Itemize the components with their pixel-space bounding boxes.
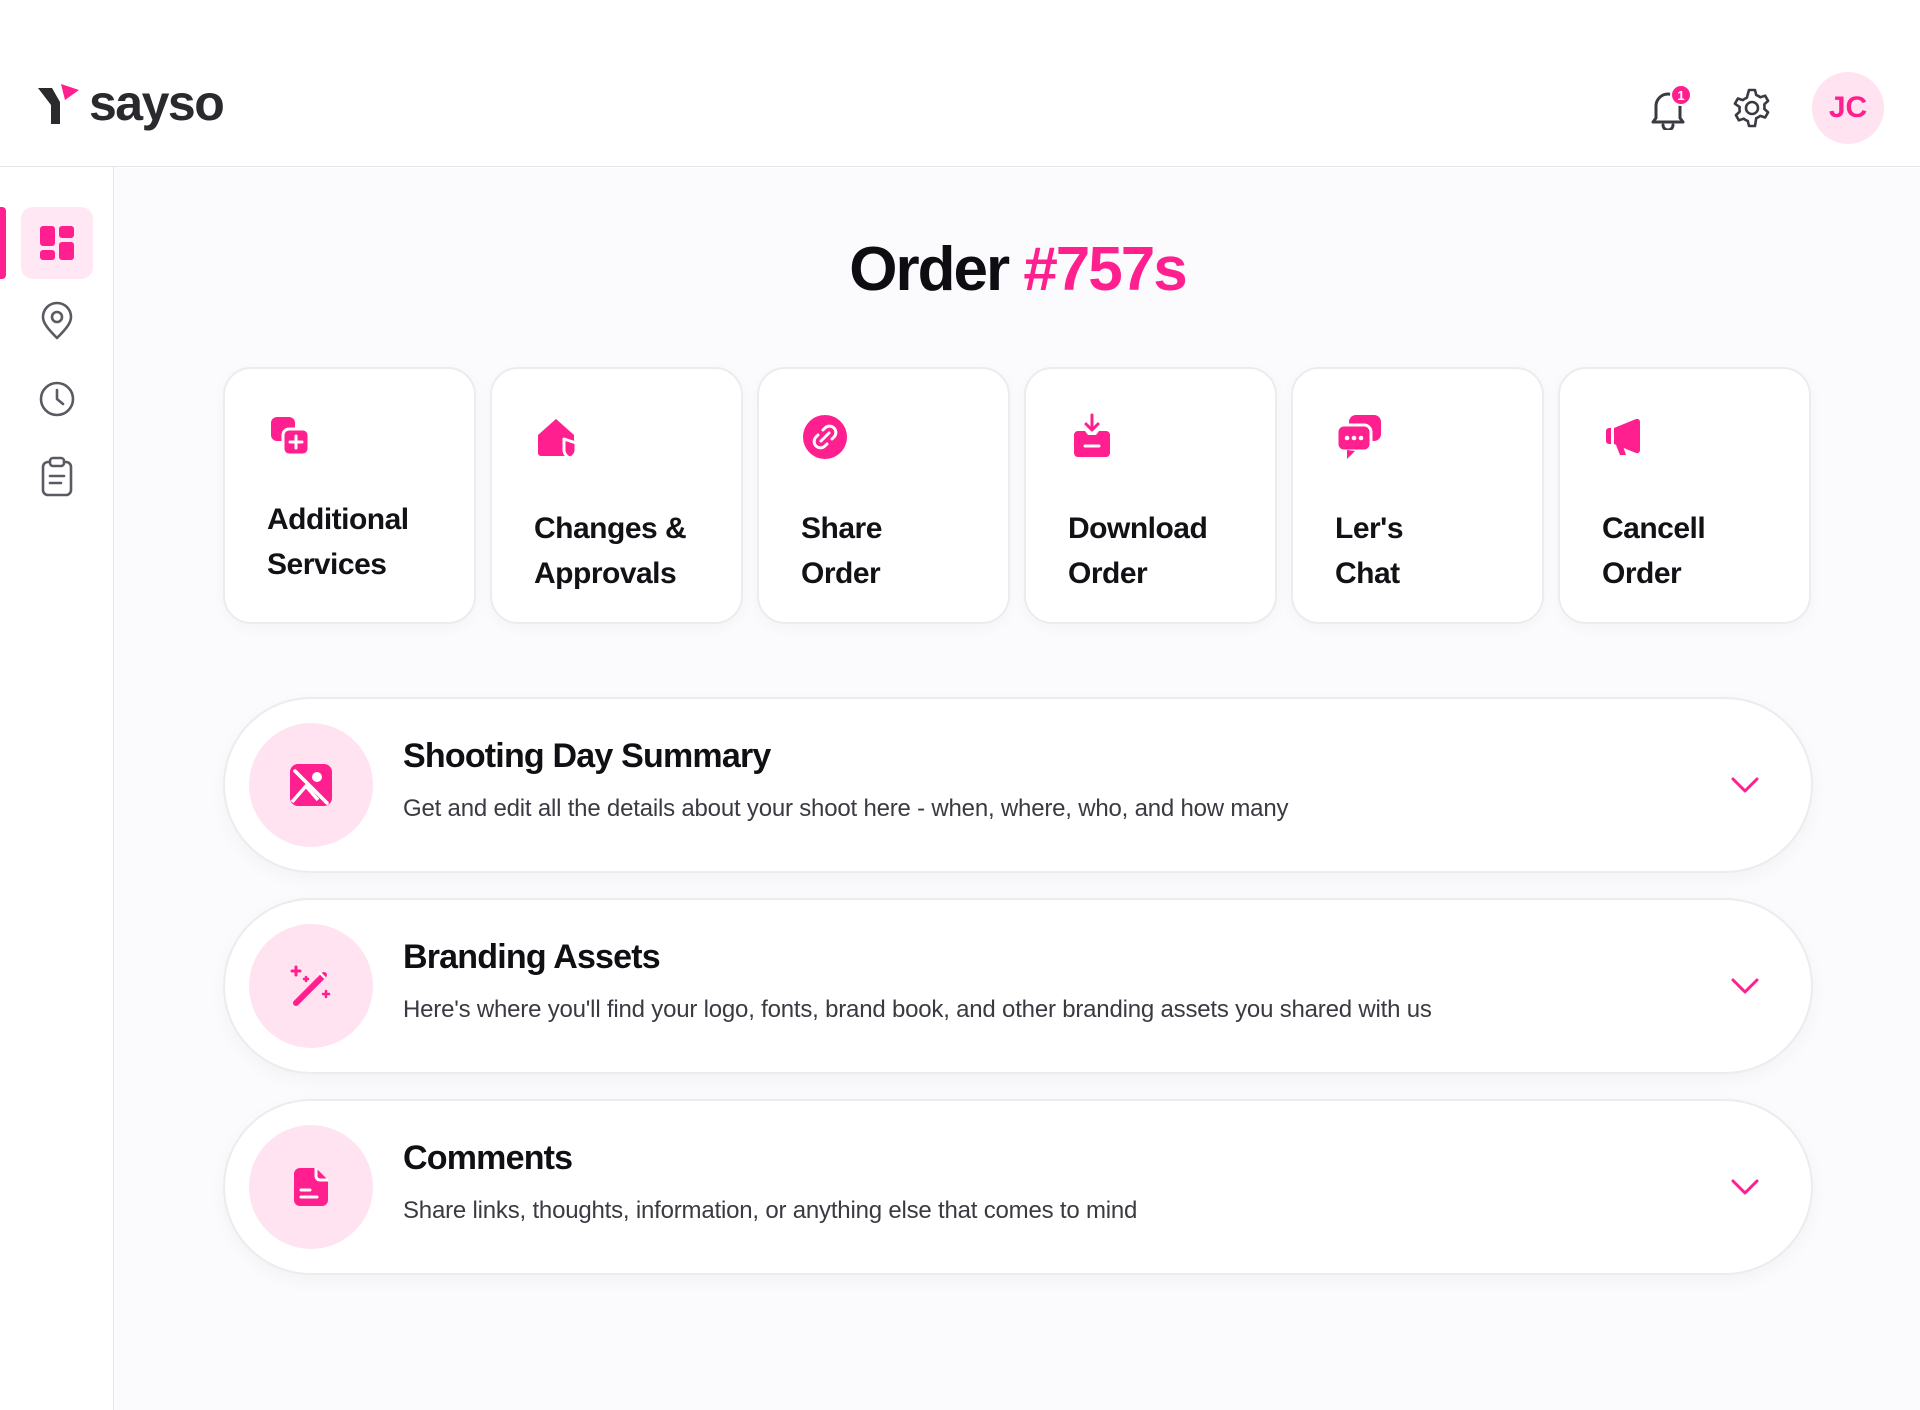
settings-button[interactable] [1728,84,1776,132]
section-title: Branding Assets [403,938,661,976]
section-title: Shooting Day Summary [403,737,771,775]
sidebar-item-orders[interactable] [21,441,93,513]
notification-badge: 1 [1670,84,1692,106]
card-label: Share Order [801,512,882,590]
card-label: Cancell Order [1602,512,1706,590]
share-order-card[interactable]: Share Order [757,367,1010,624]
sayso-logo-icon [38,84,79,124]
action-cards: Additional Services Changes & Approvals [223,367,1811,624]
page-title: Order #757s [115,234,1920,305]
document-icon [294,1168,328,1206]
comments-section[interactable]: Comments Share links, thoughts, informat… [223,1099,1813,1275]
chat-icon [1335,415,1381,459]
page-title-prefix: Order [849,235,1024,304]
gear-icon [1733,88,1770,128]
expand-button[interactable] [1727,1169,1763,1205]
expand-button[interactable] [1727,767,1763,803]
notifications-button[interactable]: 1 [1644,84,1692,132]
shooting-day-summary-section[interactable]: Shooting Day Summary Get and edit all th… [223,697,1813,873]
sidebar-item-location[interactable] [21,285,93,357]
section-icon-circle [249,723,373,847]
location-pin-icon [41,301,73,340]
additional-services-card[interactable]: Additional Services [223,367,476,624]
additional-services-icon [271,417,311,457]
sidebar-item-dashboard[interactable] [21,207,93,279]
image-icon [290,764,332,806]
top-header: sayso 1 JC [0,0,1920,167]
sidebar-item-history[interactable] [21,363,93,435]
user-avatar[interactable]: JC [1812,72,1884,144]
section-icon-circle [249,1125,373,1249]
chat-card[interactable]: Ler's Chat [1291,367,1544,624]
section-description: Here's where you'll find your logo, font… [403,996,1432,1023]
card-label: Changes & Approvals [534,512,687,590]
download-order-card[interactable]: Download Order [1024,367,1277,624]
card-label: Ler's Chat [1335,512,1404,590]
active-indicator [0,207,6,279]
branding-assets-section[interactable]: Branding Assets Here's where you'll find… [223,898,1813,1074]
megaphone-icon [1606,418,1641,455]
section-description: Get and edit all the details about your … [403,795,1289,822]
share-link-icon [803,415,847,459]
magic-wand-icon [290,965,331,1006]
section-icon-circle [249,924,373,1048]
clock-icon [39,381,75,417]
expand-button[interactable] [1727,968,1763,1004]
dashboard-icon [40,226,74,260]
chevron-down-icon [1731,777,1759,793]
chevron-down-icon [1731,1179,1759,1195]
card-label: Additional Services [267,503,409,581]
chevron-down-icon [1731,978,1759,994]
section-title: Comments [403,1139,573,1177]
section-description: Share links, thoughts, information, or a… [403,1197,1138,1224]
left-sidebar [0,167,114,1410]
order-number: #757s [1023,235,1187,304]
changes-approvals-icon [538,419,578,460]
clipboard-icon [41,456,73,497]
sayso-logo[interactable]: sayso [35,75,225,131]
main-content: Order #757s Additional Services Changes … [115,168,1920,1410]
card-label: Download Order [1068,512,1208,590]
download-icon [1074,413,1110,457]
changes-approvals-card[interactable]: Changes & Approvals [490,367,743,624]
cancel-order-card[interactable]: Cancell Order [1558,367,1811,624]
brand-name: sayso [89,75,225,131]
